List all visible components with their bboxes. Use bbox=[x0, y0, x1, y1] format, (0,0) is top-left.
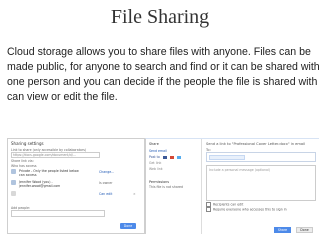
permissions-status: This file is not shared bbox=[149, 185, 184, 189]
share-sidebar: Share Send email Post to Get link Web li… bbox=[146, 139, 202, 234]
close-icon[interactable]: × bbox=[133, 192, 136, 196]
screenshot-composite: Sharing settings Link to share (only acc… bbox=[7, 138, 319, 234]
twitter-icon bbox=[176, 155, 181, 159]
message-textarea[interactable]: Include a personal message (optional) bbox=[206, 165, 316, 201]
recipients-input[interactable] bbox=[206, 152, 316, 162]
permissions-label: Permissions bbox=[149, 180, 170, 184]
nav-web-link[interactable]: Web link bbox=[149, 167, 163, 171]
body-line: Cloud storage allows you to share files … bbox=[7, 46, 311, 58]
checkbox-sign-in[interactable]: Require everyone who accesses this to si… bbox=[206, 207, 287, 212]
share-link-via-label: Share link via: bbox=[11, 159, 34, 163]
nav-send-email[interactable]: Send email bbox=[149, 149, 167, 153]
body-text: Cloud storage allows you to share files … bbox=[7, 45, 320, 105]
nav-get-link[interactable]: Get link bbox=[149, 161, 161, 165]
slide-title: File Sharing bbox=[110, 6, 210, 28]
facebook-icon bbox=[162, 155, 167, 159]
nav-label: Post to bbox=[149, 155, 160, 159]
checkbox-label: Require everyone who accesses this to si… bbox=[213, 207, 287, 212]
body-line: one person and you can decide if the peo… bbox=[7, 76, 318, 88]
dialog-heading: Sharing settings bbox=[11, 141, 44, 146]
body-line: made public, for anyone to search and fi… bbox=[7, 61, 320, 73]
checkbox-label: Recipients can edit bbox=[213, 202, 244, 207]
checkbox-icon bbox=[206, 207, 211, 212]
add-people-input[interactable] bbox=[11, 210, 105, 217]
nav-label: Web link bbox=[149, 167, 163, 171]
access-row: Can edit × bbox=[11, 190, 139, 198]
google-plus-icon bbox=[169, 155, 174, 159]
send-email-title: Send a link to "Professional Cover Lette… bbox=[206, 142, 306, 146]
access-name: Private - Only the people listed below c… bbox=[19, 169, 79, 177]
nav-post-to[interactable]: Post to bbox=[149, 155, 181, 159]
nav-label: Get link bbox=[149, 161, 162, 165]
change-link[interactable]: Change... bbox=[99, 170, 114, 174]
avatar bbox=[11, 180, 16, 185]
avatar bbox=[11, 191, 16, 196]
done-button[interactable]: Done bbox=[120, 223, 136, 229]
share-button[interactable]: Share bbox=[274, 227, 291, 233]
cancel-button[interactable]: Done bbox=[296, 227, 313, 233]
access-permission: Is owner bbox=[99, 181, 113, 185]
access-name: Jennifer Wood (you) - jennifer.wood@gmai… bbox=[19, 180, 61, 188]
body-line: can view or edit the file. bbox=[7, 91, 118, 103]
message-placeholder: Include a personal message (optional) bbox=[209, 168, 271, 172]
share-panel: Share Send email Post to Get link Web li… bbox=[145, 138, 319, 234]
lock-icon bbox=[11, 169, 16, 174]
access-row: Jennifer Wood (you) - jennifer.wood@gmai… bbox=[11, 179, 139, 188]
share-link-field[interactable]: https://docs.google.com/document/d/... bbox=[11, 152, 100, 158]
sharing-settings-dialog: Sharing settings Link to share (only acc… bbox=[7, 138, 145, 234]
recipient-chip bbox=[209, 155, 245, 160]
share-heading: Share bbox=[149, 142, 159, 146]
permission-dropdown[interactable]: Can edit bbox=[99, 192, 112, 196]
access-row: Private - Only the people listed below c… bbox=[11, 168, 139, 177]
nav-label: Send email bbox=[149, 149, 167, 153]
